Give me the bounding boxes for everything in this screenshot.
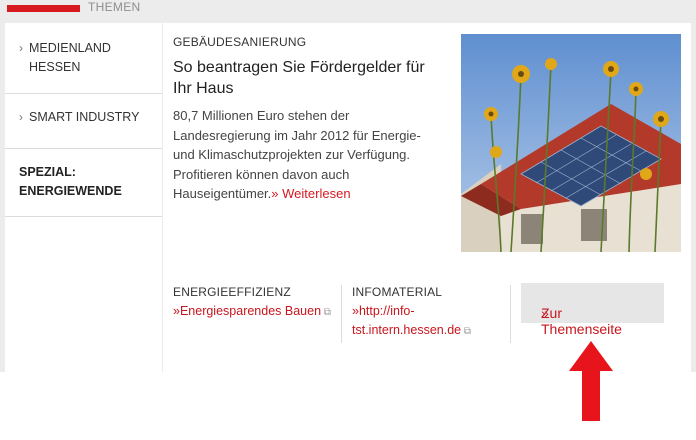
link-heading: ENERGIEEFFIZIENZ — [173, 285, 291, 299]
themen-panel: THEMEN › MEDIENLAND HESSEN › SMART INDUS… — [0, 0, 696, 372]
link-prefix: » — [352, 304, 359, 318]
cta-text: Zur Themenseite — [541, 305, 622, 337]
article-headline[interactable]: So beantragen Sie Fördergelder für Ihr H… — [173, 57, 443, 99]
link-column-energieeffizienz: ENERGIEEFFIZIENZ »Energiesparendes Bauen… — [173, 283, 333, 322]
red-arrow-up-icon — [569, 341, 613, 421]
chevron-right-icon: › — [19, 110, 23, 124]
link-prefix: » — [173, 304, 180, 318]
external-link-icon: ⧉ — [321, 307, 331, 318]
link-label: http://info-tst.intern.hessen.de — [352, 304, 462, 337]
sidebar-item-label: SMART INDUSTRY — [29, 110, 140, 124]
header-accent-bar — [7, 5, 80, 12]
link-heading: INFOMATERIAL — [352, 285, 443, 299]
link-column-infomaterial: INFOMATERIAL »http://info-tst.intern.hes… — [352, 283, 512, 341]
sidebar-nav: › MEDIENLAND HESSEN › SMART INDUSTRY SPE… — [5, 23, 162, 372]
sidebar-item-label: SPEZIAL: ENERGIEWENDE — [19, 165, 122, 198]
read-more-prefix: » — [271, 186, 279, 201]
divider — [5, 216, 162, 217]
solar-house-illustration — [461, 34, 681, 252]
divider — [510, 285, 511, 343]
zur-themenseite-button[interactable]: » Zur Themenseite — [521, 283, 664, 337]
external-link-icon: ⧉ — [461, 326, 472, 337]
sidebar-item-label: MEDIENLAND HESSEN — [29, 41, 111, 74]
read-more-link[interactable]: » Weiterlesen — [271, 186, 350, 201]
chevron-right-icon: › — [19, 41, 23, 55]
solar-house-photo[interactable] — [461, 34, 681, 252]
article-kicker: GEBÄUDESANIERUNG — [173, 35, 307, 49]
divider — [5, 93, 162, 94]
divider — [341, 285, 342, 343]
divider — [5, 148, 162, 149]
section-title: THEMEN — [88, 0, 141, 14]
article-teaser: 80,7 Millionen Euro stehen der Landesreg… — [173, 106, 443, 204]
link-label: Energiesparendes Bauen — [179, 304, 322, 318]
read-more-label: Weiterlesen — [282, 186, 351, 201]
link-infomaterial-url[interactable]: »http://info-tst.intern.hessen.de ⧉ — [352, 302, 512, 341]
link-energiesparendes-bauen[interactable]: »Energiesparendes Bauen ⧉ — [173, 302, 333, 322]
teaser-card: GEBÄUDESANIERUNG So beantragen Sie Förde… — [163, 23, 691, 372]
